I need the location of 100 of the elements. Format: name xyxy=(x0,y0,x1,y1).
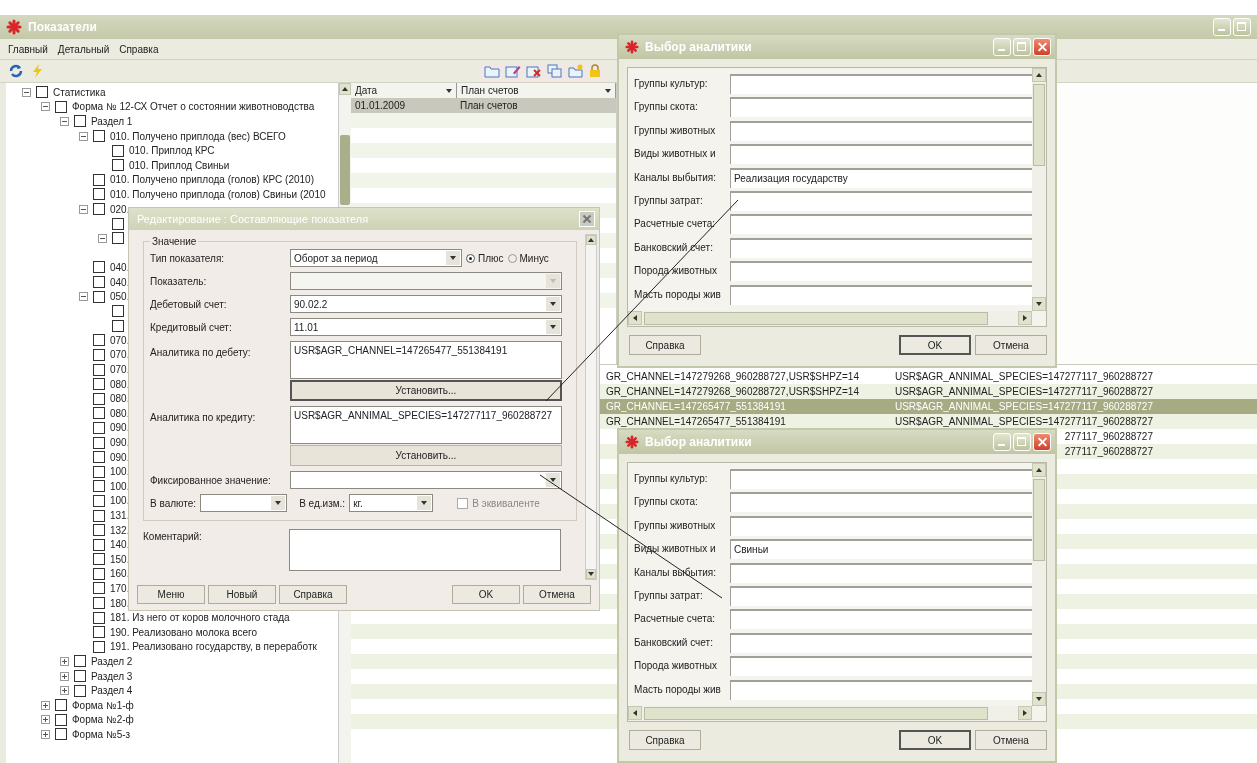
dialog-button[interactable]: Новый xyxy=(208,584,276,604)
checkbox[interactable] xyxy=(74,655,86,668)
text-area[interactable]: USR$AGR_CHANNEL=147265477_551384191 xyxy=(290,341,562,379)
input-field[interactable] xyxy=(730,214,1032,235)
tree-item[interactable]: 132. xyxy=(110,524,130,536)
tree-item[interactable]: 070. xyxy=(110,334,130,346)
tree-item[interactable]: Форма №5-з xyxy=(72,728,131,740)
checkbox[interactable] xyxy=(55,713,67,726)
checkbox[interactable] xyxy=(93,538,105,551)
input-field[interactable]: Реализация государству xyxy=(730,167,1032,188)
scrollbar[interactable] xyxy=(1032,463,1046,706)
input-field[interactable] xyxy=(730,237,1032,258)
tree-item[interactable]: Форма № 12-СХ Отчет о состоянии животноводства xyxy=(72,101,315,113)
tree-toggle-icon[interactable] xyxy=(98,233,107,243)
refresh-icon[interactable] xyxy=(8,64,24,78)
input-field[interactable] xyxy=(730,632,1032,653)
scroll-down-button[interactable] xyxy=(1032,297,1046,311)
tree-item[interactable]: Раздел 2 xyxy=(91,655,133,667)
checkbox[interactable] xyxy=(93,582,105,595)
checkbox[interactable] xyxy=(93,188,105,201)
scroll-thumb[interactable] xyxy=(644,707,988,720)
tree-item[interactable]: Раздел 1 xyxy=(91,116,133,127)
checkbox[interactable] xyxy=(55,728,67,741)
tree-item[interactable]: 131. xyxy=(110,510,130,521)
input-field[interactable] xyxy=(730,585,1032,606)
input-field[interactable] xyxy=(730,97,1032,118)
tree-item[interactable]: 040. xyxy=(110,276,130,288)
scroll-thumb[interactable] xyxy=(644,312,988,325)
checkbox[interactable] xyxy=(55,699,67,712)
tree-item[interactable]: 140. xyxy=(110,539,130,551)
tree-item[interactable]: 010. Получено приплода (голов) КРС (2010) xyxy=(110,174,314,186)
checkbox[interactable] xyxy=(93,480,105,493)
dialog-button[interactable]: Справка xyxy=(629,730,701,750)
checkbox[interactable] xyxy=(93,203,105,216)
close-button[interactable] xyxy=(579,211,595,227)
tree-item[interactable]: 070. xyxy=(110,349,130,361)
tree-item[interactable]: 100. xyxy=(110,480,130,492)
checkbox[interactable] xyxy=(112,305,124,318)
input-field[interactable] xyxy=(730,656,1032,677)
tree-toggle-icon[interactable] xyxy=(79,204,88,214)
new-folder-icon[interactable] xyxy=(568,64,584,78)
folder-icon[interactable] xyxy=(484,64,500,78)
tree-item[interactable]: 191. Реализовано государству, в переработк xyxy=(110,641,317,653)
checkbox[interactable] xyxy=(93,494,105,507)
tree-toggle-icon[interactable] xyxy=(79,131,88,141)
scrollbar[interactable] xyxy=(628,706,1032,721)
checkbox[interactable] xyxy=(93,392,105,405)
dialog-button[interactable]: Меню xyxy=(137,584,205,604)
edit-icon[interactable] xyxy=(505,64,521,78)
delete-icon[interactable] xyxy=(526,64,542,78)
checkbox[interactable] xyxy=(93,597,105,610)
dropdown[interactable]: 90.02.2 xyxy=(290,295,562,313)
tree-item[interactable]: 040. xyxy=(110,261,130,273)
checkbox[interactable] xyxy=(93,334,105,347)
input-field[interactable] xyxy=(730,469,1032,489)
scrollbar[interactable] xyxy=(585,234,597,580)
tree-item[interactable]: 170. xyxy=(110,583,130,594)
checkbox[interactable] xyxy=(93,173,105,186)
checkbox[interactable] xyxy=(93,451,105,464)
column-header[interactable]: Дата xyxy=(351,83,457,98)
checkbox[interactable] xyxy=(93,421,105,434)
checkbox[interactable] xyxy=(93,611,105,624)
tree-item[interactable]: 080. xyxy=(110,393,130,405)
set-button[interactable]: Установить... xyxy=(290,445,562,466)
checkbox[interactable] xyxy=(93,640,105,653)
dialog-button[interactable]: Справка xyxy=(279,584,347,604)
copy-icon[interactable] xyxy=(547,64,563,78)
scroll-thumb[interactable] xyxy=(1033,84,1045,166)
input-field[interactable] xyxy=(730,679,1032,700)
scrollbar[interactable] xyxy=(1032,68,1046,311)
tree-item[interactable]: 080. xyxy=(110,407,130,419)
tree-toggle-icon[interactable] xyxy=(41,729,50,739)
radio-option[interactable]: Минус xyxy=(507,252,549,264)
tree-item[interactable]: Раздел 4 xyxy=(91,685,133,697)
scroll-up-button[interactable] xyxy=(1032,463,1046,477)
set-button[interactable]: Установить... xyxy=(290,380,562,401)
checkbox[interactable] xyxy=(93,553,105,566)
radio-option[interactable]: Плюс xyxy=(466,252,504,264)
checkbox[interactable] xyxy=(112,217,124,230)
scroll-thumb[interactable] xyxy=(1033,479,1045,561)
input-field[interactable] xyxy=(730,190,1032,211)
tree-item[interactable]: Форма №2-ф xyxy=(72,714,134,726)
tree-item[interactable]: 090. xyxy=(110,437,130,449)
tree-item[interactable]: Статистика xyxy=(53,86,106,98)
scroll-up-button[interactable] xyxy=(1032,68,1046,82)
checkbox[interactable] xyxy=(93,626,105,639)
scroll-left-button[interactable] xyxy=(628,706,642,720)
dropdown[interactable]: Оборот за период xyxy=(290,249,462,267)
dropdown[interactable] xyxy=(290,471,562,489)
tree-toggle-icon[interactable] xyxy=(41,102,50,112)
scroll-down-button[interactable] xyxy=(1032,692,1046,706)
checkbox[interactable] xyxy=(93,407,105,420)
close-button[interactable] xyxy=(1033,38,1051,56)
radio-button[interactable] xyxy=(466,253,475,263)
scroll-right-button[interactable] xyxy=(1018,311,1032,325)
scroll-left-button[interactable] xyxy=(628,311,642,325)
dialog-button[interactable]: OK xyxy=(452,584,520,604)
scroll-right-button[interactable] xyxy=(1018,706,1032,720)
checkbox[interactable] xyxy=(93,436,105,449)
dropdown[interactable]: кг. xyxy=(349,494,434,512)
